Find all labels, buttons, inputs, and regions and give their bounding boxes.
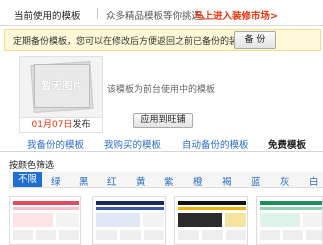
publish-date-suffix: 发布 <box>72 120 91 130</box>
market-link[interactable]: 马上进入装修市场> <box>194 8 278 22</box>
current-template-heading: 当前使用的模板 <box>14 11 81 22</box>
color-option-red[interactable]: 红 <box>107 174 117 188</box>
tab-auto-backups[interactable]: 自动备份的模板 <box>182 137 249 151</box>
color-option-gray[interactable]: 灰 <box>280 174 290 188</box>
color-option-brown[interactable]: 褐 <box>222 174 232 188</box>
apply-to-shop-button[interactable]: 应用到旺铺 <box>133 113 193 128</box>
publish-date-value: 01月07日 <box>31 120 73 130</box>
header-divider <box>97 8 98 19</box>
template-thumbnail-1[interactable] <box>9 196 81 245</box>
template-preview-image <box>257 197 322 244</box>
template-preview-image <box>175 197 247 244</box>
tab-free-templates[interactable]: 免费模板 <box>268 137 306 151</box>
color-filter-title: 按颜色筛选 <box>9 161 55 171</box>
backup-button[interactable]: 备 份 <box>234 31 276 49</box>
color-option-white[interactable]: 白 <box>309 174 319 188</box>
template-preview-image <box>10 197 80 244</box>
tab-my-backups[interactable]: 我备份的模板 <box>27 137 84 151</box>
template-thumbnail-4[interactable] <box>256 196 323 245</box>
template-thumbnail-2[interactable] <box>92 196 166 245</box>
color-option-black[interactable]: 黑 <box>79 174 89 188</box>
header-divider-line <box>0 25 323 26</box>
tab-purchased[interactable]: 我购买的模板 <box>104 137 161 151</box>
color-option-orange[interactable]: 橙 <box>193 174 203 188</box>
no-image-label: 暂无图片 <box>41 80 83 92</box>
color-option-purple[interactable]: 紫 <box>164 174 174 188</box>
template-description: 该模板为前台使用中的模板 <box>107 85 216 95</box>
backup-notice-text: 定期备份模板，您可以在修改后方便返回之前已备份的装修。 <box>13 37 257 47</box>
publish-date: 01月07日发布 <box>19 118 103 133</box>
color-option-green[interactable]: 绿 <box>51 174 61 188</box>
template-preview-image <box>93 197 165 244</box>
color-option-blue[interactable]: 蓝 <box>251 174 261 188</box>
color-option-any[interactable]: 不限 <box>13 172 43 187</box>
tabs-divider <box>0 151 323 152</box>
color-option-yellow[interactable]: 黄 <box>136 174 146 188</box>
template-thumbnail-3[interactable] <box>174 196 248 245</box>
